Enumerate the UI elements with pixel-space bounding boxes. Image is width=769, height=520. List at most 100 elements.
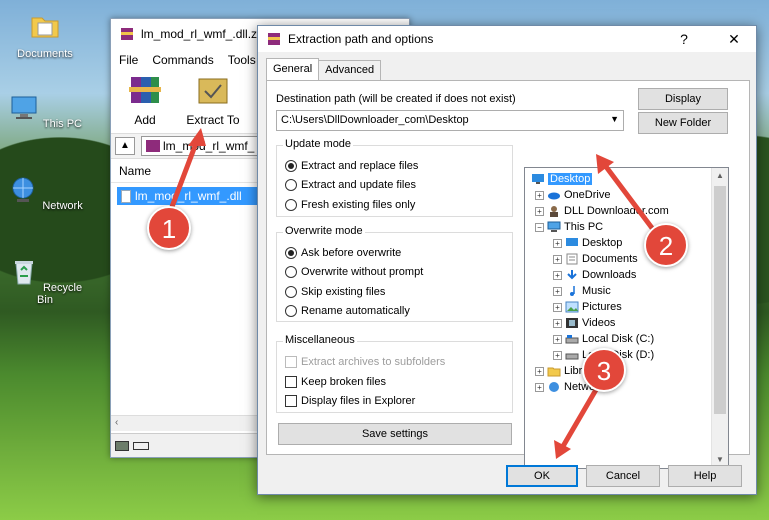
- tree-item-local-disk-c[interactable]: + Local Disk (C:): [553, 331, 654, 347]
- radio-overwrite-without[interactable]: Overwrite without prompt: [285, 266, 423, 278]
- tree-item-label: Desktop: [582, 237, 623, 249]
- destination-path-value: C:\Users\DllDownloader_com\Desktop: [281, 114, 469, 126]
- scroll-left-icon[interactable]: ‹: [115, 417, 118, 428]
- menu-tools[interactable]: Tools: [228, 53, 256, 67]
- extract-to-label: Extract To: [186, 113, 240, 127]
- new-folder-button[interactable]: New Folder: [638, 112, 728, 134]
- extract-to-button[interactable]: Extract To: [181, 73, 245, 127]
- desktop-icon-recycle-bin[interactable]: Recycle Bin: [5, 256, 85, 306]
- file-row-name: lm_mod_rl_wmf_.dll: [135, 189, 242, 203]
- radio-icon[interactable]: [285, 286, 297, 298]
- expand-icon[interactable]: +: [553, 286, 562, 296]
- expand-icon[interactable]: +: [553, 334, 562, 344]
- tree-item-music[interactable]: + Music: [553, 283, 611, 299]
- step-badge-2: 2: [644, 223, 688, 267]
- tab-advanced[interactable]: Advanced: [318, 60, 382, 80]
- miscellaneous-title: Miscellaneous: [283, 334, 357, 346]
- expand-icon[interactable]: +: [553, 302, 562, 312]
- tree-item-downloads[interactable]: + Downloads: [553, 267, 636, 283]
- radio-ask-before[interactable]: Ask before overwrite: [285, 247, 401, 259]
- destination-path-label: Destination path (will be created if doe…: [276, 93, 516, 105]
- radio-label: Ask before overwrite: [301, 247, 402, 259]
- folder-tree[interactable]: Desktop + OneDrive + DLL Downloader.com …: [524, 167, 729, 469]
- network-icon: [549, 382, 559, 392]
- radio-fresh-existing[interactable]: Fresh existing files only: [285, 199, 415, 211]
- menu-commands[interactable]: Commands: [152, 53, 213, 67]
- tree-item-pictures[interactable]: + Pictures: [553, 299, 622, 315]
- radio-icon[interactable]: [285, 199, 297, 211]
- cancel-button[interactable]: Cancel: [586, 465, 660, 487]
- collapse-icon[interactable]: −: [535, 222, 544, 232]
- tree-item-desktop[interactable]: + Desktop: [553, 235, 622, 251]
- save-settings-button[interactable]: Save settings: [278, 423, 512, 445]
- user-icon: [550, 206, 558, 217]
- destination-path-combo[interactable]: C:\Users\DllDownloader_com\Desktop ▼: [276, 110, 624, 131]
- desktop-icon-this-pc[interactable]: This PC: [5, 92, 85, 130]
- computer-icon: [547, 221, 561, 232]
- tree-vertical-scrollbar[interactable]: ▲ ▼: [711, 168, 728, 468]
- radio-icon[interactable]: [285, 266, 297, 278]
- radio-label: Rename automatically: [301, 305, 410, 317]
- menu-file[interactable]: File: [119, 53, 138, 67]
- radio-skip-existing[interactable]: Skip existing files: [285, 286, 385, 298]
- globe-network-icon: [12, 177, 34, 202]
- expand-icon[interactable]: +: [535, 206, 544, 216]
- display-button[interactable]: Display: [638, 88, 728, 110]
- update-mode-title: Update mode: [283, 138, 354, 150]
- up-folder-icon[interactable]: ▲: [115, 137, 135, 155]
- key-icon: [133, 441, 149, 450]
- tree-item-desktop-root[interactable]: Desktop: [531, 171, 593, 187]
- checkbox-label: Keep broken files: [301, 376, 386, 388]
- scroll-thumb[interactable]: [714, 186, 726, 414]
- expand-icon[interactable]: +: [553, 350, 562, 360]
- tree-item-label: This PC: [564, 221, 604, 233]
- tree-item-videos[interactable]: + Videos: [553, 315, 615, 331]
- radio-icon[interactable]: [285, 179, 297, 191]
- radio-extract-replace[interactable]: Extract and replace files: [285, 160, 418, 172]
- expand-icon[interactable]: +: [535, 382, 544, 392]
- expand-icon[interactable]: +: [553, 238, 562, 248]
- radio-icon[interactable]: [285, 305, 297, 317]
- check-keep-broken[interactable]: Keep broken files: [285, 376, 386, 388]
- help-button[interactable]: Help: [668, 465, 742, 487]
- overwrite-mode-title: Overwrite mode: [283, 225, 365, 237]
- file-icon: [121, 189, 131, 203]
- expand-icon[interactable]: +: [535, 366, 544, 376]
- add-button[interactable]: Add: [119, 73, 171, 127]
- radio-label: Extract and replace files: [301, 160, 419, 172]
- checkbox-icon[interactable]: [285, 376, 297, 388]
- step-badge-1: 1: [147, 206, 191, 250]
- help-title-button[interactable]: ?: [662, 26, 706, 52]
- tree-item-label: Documents: [582, 253, 638, 265]
- tab-general[interactable]: General: [266, 58, 320, 80]
- chevron-down-icon[interactable]: ▼: [610, 114, 619, 124]
- expand-icon[interactable]: +: [535, 190, 544, 200]
- tree-item-onedrive[interactable]: + OneDrive: [535, 187, 610, 203]
- ok-button[interactable]: OK: [506, 465, 578, 487]
- radio-rename-auto[interactable]: Rename automatically: [285, 305, 410, 317]
- tree-item-dll-downloader[interactable]: + DLL Downloader.com: [535, 203, 669, 219]
- radio-extract-update[interactable]: Extract and update files: [285, 179, 416, 191]
- drive-icon: [115, 440, 129, 451]
- winrar-logo-icon: [121, 28, 133, 40]
- tree-item-this-pc[interactable]: − This PC: [535, 219, 603, 235]
- close-icon[interactable]: ✕: [712, 26, 756, 52]
- desktop-icon-documents[interactable]: Documents: [5, 10, 85, 60]
- check-display-explorer[interactable]: Display files in Explorer: [285, 395, 415, 407]
- scroll-up-icon[interactable]: ▲: [712, 168, 728, 184]
- tree-item-documents[interactable]: + Documents: [553, 251, 638, 267]
- download-arrow-icon: [567, 270, 577, 280]
- music-note-icon: [570, 286, 575, 296]
- desktop-icon-network[interactable]: Network: [5, 174, 85, 212]
- radio-selected-icon[interactable]: [285, 160, 297, 172]
- expand-icon[interactable]: +: [553, 318, 562, 328]
- tree-item-label: OneDrive: [564, 189, 611, 201]
- check-extract-subfolders: Extract archives to subfolders: [285, 356, 445, 368]
- expand-icon[interactable]: +: [553, 254, 562, 264]
- expand-icon[interactable]: +: [553, 270, 562, 280]
- dialog-titlebar[interactable]: Extraction path and options ? ✕: [258, 26, 756, 52]
- checkbox-icon[interactable]: [285, 395, 297, 407]
- tree-item-label: Music: [582, 285, 611, 297]
- radio-selected-icon[interactable]: [285, 247, 297, 259]
- extract-folder-icon: [198, 78, 228, 104]
